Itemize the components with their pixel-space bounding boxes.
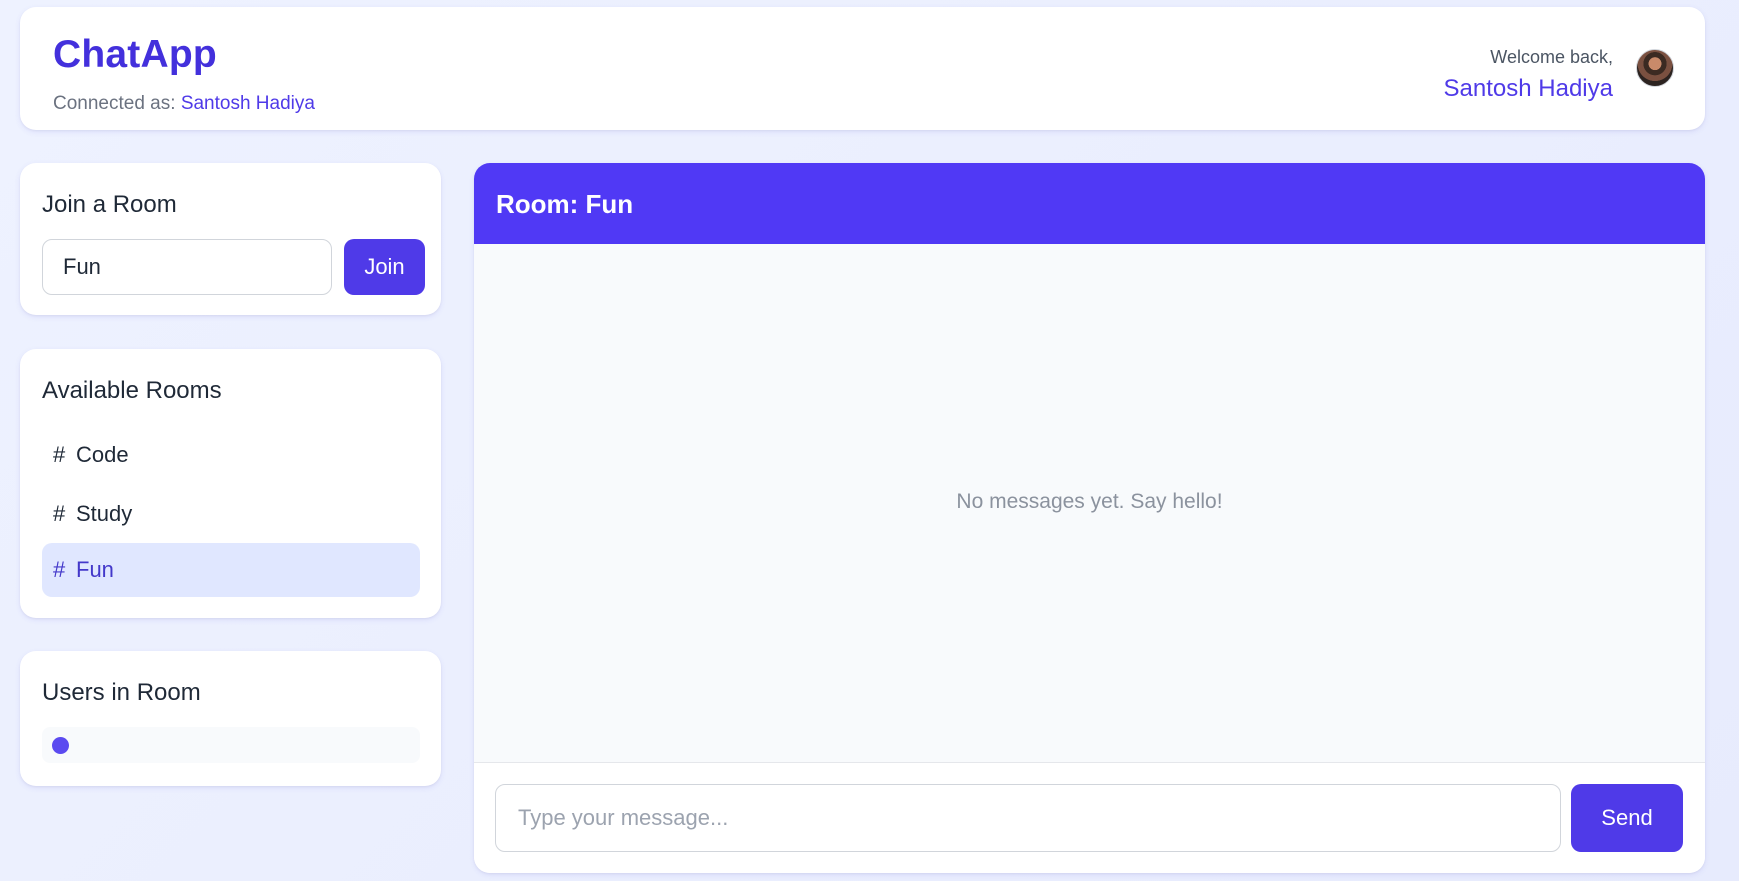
hash-icon: # (53, 442, 66, 467)
online-status-dot-icon (52, 737, 69, 754)
join-room-card: Join a Room Join (20, 163, 441, 315)
message-composer: Send (474, 763, 1705, 873)
message-input[interactable] (495, 784, 1561, 852)
app-logo: ChatApp (53, 33, 217, 76)
user-avatar[interactable] (1636, 49, 1674, 87)
chat-header: Room: Fun (474, 163, 1705, 244)
welcome-username: Santosh Hadiya (1443, 75, 1613, 102)
connected-prefix: Connected as: (53, 93, 181, 114)
room-item-label: Study (76, 501, 133, 526)
chat-panel: Room: Fun No messages yet. Say hello! Se… (474, 163, 1705, 873)
room-name-input[interactable] (42, 239, 332, 295)
room-item-label: Fun (76, 557, 114, 582)
users-in-room-card: Users in Room (20, 651, 441, 786)
join-room-title: Join a Room (42, 191, 177, 218)
connected-status: Connected as: Santosh Hadiya (53, 93, 315, 115)
available-rooms-title: Available Rooms (42, 377, 222, 404)
welcome-text: Welcome back, (1490, 47, 1613, 67)
join-button[interactable]: Join (344, 239, 425, 295)
users-in-room-title: Users in Room (42, 679, 201, 706)
chat-app-page: ChatApp Connected as: Santosh Hadiya Wel… (0, 0, 1739, 881)
room-item-code[interactable]: # Code (42, 428, 420, 482)
room-item-fun[interactable]: # Fun (42, 543, 420, 597)
connected-username: Santosh Hadiya (180, 93, 315, 114)
app-header: ChatApp Connected as: Santosh Hadiya Wel… (20, 7, 1705, 130)
hash-icon: # (53, 501, 66, 526)
message-list[interactable]: No messages yet. Say hello! (474, 244, 1705, 763)
user-list-item (42, 727, 420, 763)
empty-messages-text: No messages yet. Say hello! (956, 490, 1223, 513)
room-item-label: Code (76, 442, 129, 467)
room-title: Room: Fun (496, 189, 634, 219)
send-button[interactable]: Send (1571, 784, 1683, 852)
hash-icon: # (53, 557, 66, 582)
room-item-study[interactable]: # Study (42, 487, 420, 541)
available-rooms-card: Available Rooms # Code # Study # Fun (20, 349, 441, 618)
